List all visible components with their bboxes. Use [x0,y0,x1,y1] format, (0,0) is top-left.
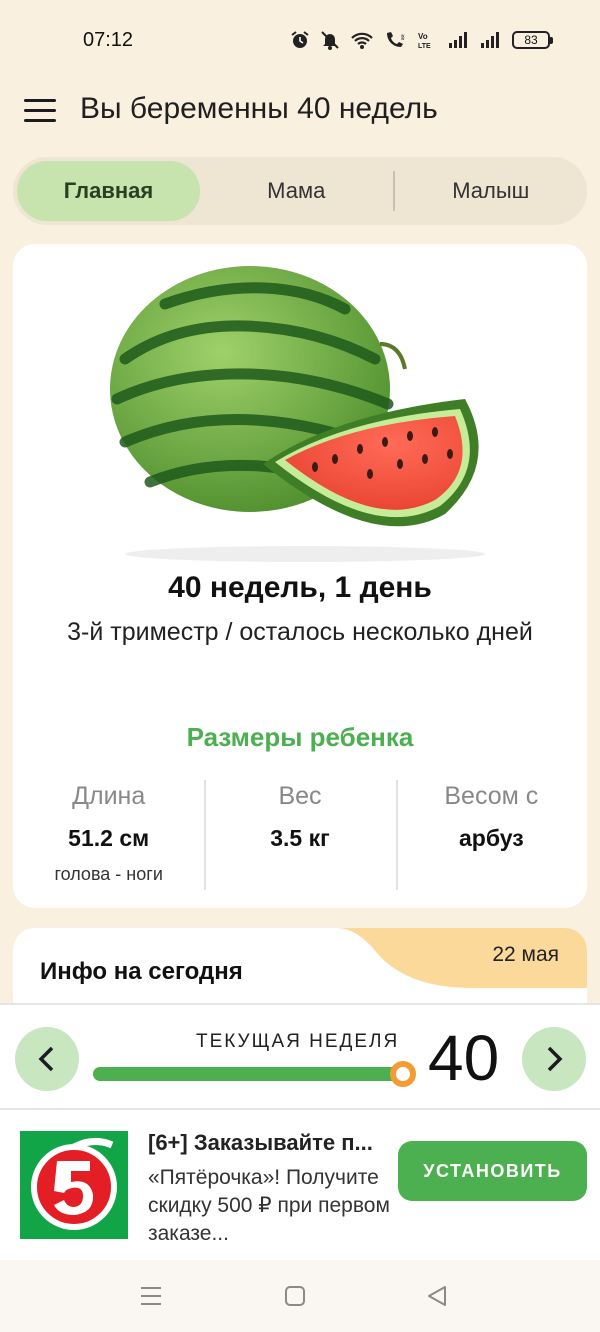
svg-text:ʬ: ʬ [401,35,405,42]
progress-thumb[interactable] [390,1061,416,1087]
progress-fill [93,1067,403,1081]
current-week-number: 40 [428,1022,500,1094]
metric-label: Вес [278,782,322,810]
metric-label: Длина [72,782,146,810]
ad-banner[interactable]: [6+] Заказывайте п... «Пятёрочка»! Получ… [0,1110,600,1260]
system-navigation-bar [0,1260,600,1332]
previous-week-button[interactable] [15,1027,79,1091]
metric-value: 51.2 см [68,825,150,851]
tab-bar: Главная Мама Малыш [13,157,587,225]
ad-title: [6+] Заказывайте п... [148,1130,373,1155]
watermelon-image [110,266,485,562]
ad-text: «Пятёрочка»! Получите скидку 500 ₽ при п… [148,1166,390,1245]
baby-sizes-heading: Размеры ребенка [186,722,414,752]
signal-icon [481,32,499,48]
week-progress-bar[interactable] [93,1061,416,1087]
back-icon[interactable] [426,1284,448,1308]
alarm-icon [291,31,309,48]
current-week-label: ТЕКУЩАЯ НЕДЕЛЯ [196,1031,400,1052]
baby-week-card: 40 недель, 1 день 3-й триместр / осталос… [13,244,587,908]
wifi-icon [351,32,373,49]
metric-value: арбуз [458,825,524,851]
status-icons: ʬ Vo LTE 83 [290,28,553,52]
metric-value: 3.5 кг [270,825,330,851]
metric-length: Длина 51.2 см голова - ноги [13,780,204,890]
week-selector: ТЕКУЩАЯ НЕДЕЛЯ 40 [0,1003,600,1110]
chevron-right-icon [547,1046,563,1072]
info-date: 22 мая [492,943,559,966]
install-button[interactable]: УСТАНОВИТЬ [398,1141,587,1201]
pyaterochka-logo-icon [31,1138,117,1230]
hamburger-menu-icon[interactable] [24,99,56,123]
baby-metrics: Длина 51.2 см голова - ноги Вес 3.5 кг В… [13,780,587,890]
signal-icon [449,32,467,48]
mute-icon [321,31,339,50]
volte-icon: Vo LTE [418,32,431,50]
info-title: Инфо на сегодня [40,958,243,985]
trimester-text: 3-й триместр / осталось несколько дней [67,618,533,646]
week-day-title: 40 недель, 1 день [168,571,432,604]
tab-baby[interactable]: Малыш [395,161,588,221]
svg-text:LTE: LTE [418,43,431,50]
tab-home[interactable]: Главная [17,161,200,221]
status-bar: 07:12 ʬ Vo LTE 83 [0,0,600,80]
svg-text:Vo: Vo [418,32,428,41]
wifi-call-icon: ʬ [387,32,405,47]
metric-compare: Весом с арбуз [395,780,587,890]
page-title: Вы беременны 40 недель [80,92,438,125]
recent-apps-icon[interactable] [140,1284,162,1308]
next-week-button[interactable] [522,1027,586,1091]
app-bar: Вы беременны 40 недель [0,80,600,144]
metric-weight: Вес 3.5 кг [204,780,395,890]
pyaterochka-logo[interactable] [20,1131,128,1239]
metric-sub: голова - ноги [54,864,163,884]
status-time: 07:12 [83,29,134,51]
home-icon[interactable] [284,1284,306,1308]
tab-mama[interactable]: Мама [200,161,393,221]
battery-icon: 83 [512,31,553,49]
chevron-left-icon [38,1046,54,1072]
metric-label: Весом с [444,782,539,810]
